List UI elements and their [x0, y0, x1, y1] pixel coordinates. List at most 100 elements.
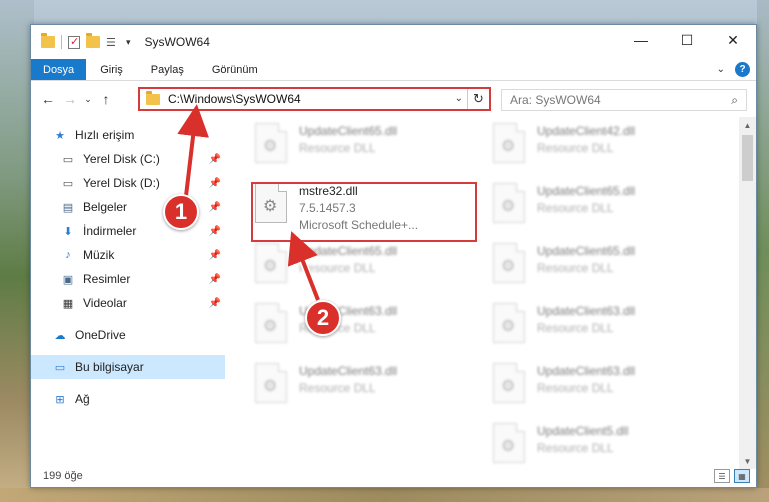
- file-name: UpdateClient65.dll: [299, 124, 398, 138]
- desktop-background: [0, 0, 34, 502]
- nav-item-videos[interactable]: ▦ Videolar 📌: [31, 291, 225, 315]
- pin-icon: 📌: [208, 273, 221, 285]
- search-icon: ⌕: [731, 93, 738, 107]
- file-item[interactable]: ⚙ UpdateClient5.dll Resource DLL: [493, 423, 713, 467]
- pin-icon: 📌: [208, 153, 221, 165]
- file-type: Resource DLL: [537, 261, 614, 275]
- search-input[interactable]: Ara: SysWOW64 ⌕: [501, 89, 747, 111]
- file-type: Resource DLL: [537, 141, 614, 155]
- file-name: UpdateClient65.dll: [537, 244, 636, 258]
- file-item[interactable]: ⚙ UpdateClient65.dll Resource DLL: [255, 243, 475, 299]
- details-view-icon[interactable]: ☰: [714, 469, 730, 483]
- back-button[interactable]: ←: [37, 91, 59, 107]
- pictures-icon: ▣: [62, 273, 74, 286]
- expand-ribbon-icon[interactable]: ⌄: [717, 64, 725, 75]
- pin-icon: 📌: [208, 249, 221, 261]
- ribbon-tabs: Dosya Giriş Paylaş Görünüm ⌄ ?: [31, 59, 756, 81]
- vertical-scrollbar[interactable]: ▲ ▼: [739, 117, 756, 469]
- nav-item-quick-access[interactable]: ★ Hızlı erişim: [31, 123, 225, 147]
- tab-file[interactable]: Dosya: [31, 59, 87, 80]
- file-name: UpdateClient63.dll: [299, 364, 398, 378]
- address-row: ← → ⌄ ↑ C:\Windows\SysWOW64 ⌄ ↻ Ara: Sys…: [31, 81, 756, 117]
- file-item[interactable]: ⚙ UpdateClient63.dll Resource DLL: [255, 363, 475, 419]
- customize-icon[interactable]: ☰: [106, 36, 120, 49]
- minimize-button[interactable]: —: [618, 25, 664, 55]
- desktop-background-right: [757, 0, 769, 502]
- nav-item-local-disk-d[interactable]: ▭ Yerel Disk (D:) 📌: [31, 171, 225, 195]
- desktop-background-bottom: [0, 488, 769, 502]
- drive-icon: ▭: [62, 153, 74, 166]
- status-bar: 199 öğe ☰ ▦: [31, 465, 756, 487]
- nav-item-network[interactable]: ⊞ Ağ: [31, 387, 225, 411]
- file-name: UpdateClient63.dll: [537, 364, 636, 378]
- file-name: UpdateClient65.dll: [299, 244, 398, 258]
- nav-item-local-disk-c[interactable]: ▭ Yerel Disk (C:) 📌: [31, 147, 225, 171]
- nav-item-onedrive[interactable]: ☁ OneDrive: [31, 323, 225, 347]
- folder-icon: [41, 33, 55, 48]
- computer-icon: ▭: [54, 361, 66, 374]
- pin-icon: 📌: [208, 201, 221, 213]
- navigation-pane: ★ Hızlı erişim ▭ Yerel Disk (C:) 📌 ▭ Yer…: [31, 117, 225, 469]
- nav-label: Resimler: [83, 272, 131, 286]
- tab-share[interactable]: Paylaş: [137, 59, 198, 80]
- properties-icon[interactable]: [68, 35, 80, 49]
- file-name: UpdateClient65.dll: [537, 184, 636, 198]
- nav-label: Müzik: [83, 248, 115, 262]
- folder-icon: [146, 90, 160, 105]
- file-type: Resource DLL: [537, 321, 614, 335]
- file-type: Resource DLL: [299, 381, 376, 395]
- pin-icon: 📌: [208, 225, 221, 237]
- maximize-button[interactable]: ☐: [664, 25, 710, 55]
- file-item[interactable]: ⚙ UpdateClient65.dll Resource DLL: [493, 243, 713, 299]
- file-item[interactable]: ⚙ UpdateClient65.dll Resource DLL: [493, 183, 713, 239]
- nav-label: İndirmeler: [83, 224, 137, 238]
- address-bar[interactable]: C:\Windows\SysWOW64 ⌄ ↻: [138, 87, 491, 111]
- forward-button[interactable]: →: [59, 91, 81, 107]
- file-item[interactable]: ⚙ UpdateClient63.dllResource DLL: [493, 303, 713, 359]
- nav-label: Belgeler: [83, 200, 128, 214]
- network-icon: ⊞: [55, 393, 65, 406]
- file-type: Resource DLL: [299, 141, 376, 155]
- tab-view[interactable]: Görünüm: [198, 59, 272, 80]
- nav-item-this-pc[interactable]: ▭ Bu bilgisayar: [31, 355, 225, 379]
- refresh-button[interactable]: ↻: [467, 89, 489, 109]
- tiles-view-icon[interactable]: ▦: [734, 469, 750, 483]
- help-icon[interactable]: ?: [735, 62, 750, 77]
- dll-file-icon: ⚙: [493, 243, 525, 283]
- window-title: SysWOW64: [144, 35, 210, 49]
- address-dropdown-icon[interactable]: ⌄: [455, 93, 463, 104]
- file-item[interactable]: ⚙ UpdateClient63.dllResource DLL: [493, 363, 713, 419]
- drive-icon: ▭: [62, 177, 74, 190]
- nav-label: Videolar: [83, 296, 127, 310]
- close-button[interactable]: ✕: [710, 25, 756, 55]
- file-name: UpdateClient63.dll: [537, 304, 636, 318]
- pin-icon: 📌: [208, 297, 221, 309]
- dll-file-icon: ⚙: [255, 363, 287, 403]
- file-highlight-box: [251, 182, 477, 242]
- file-item[interactable]: ⚙ UpdateClient42.dll Resource DLL: [493, 123, 713, 179]
- view-buttons: ☰ ▦: [714, 469, 750, 483]
- file-item[interactable]: ⚙ UpdateClient63.dllResource DLL: [255, 303, 475, 359]
- nav-item-pictures[interactable]: ▣ Resimler 📌: [31, 267, 225, 291]
- callout-2: 2: [305, 300, 341, 336]
- tab-home[interactable]: Giriş: [86, 59, 137, 80]
- nav-label: Bu bilgisayar: [75, 360, 144, 374]
- new-folder-icon[interactable]: [86, 33, 100, 48]
- scroll-up-icon[interactable]: ▲: [739, 117, 756, 133]
- file-name: UpdateClient42.dll: [537, 124, 636, 138]
- scroll-thumb[interactable]: [742, 135, 753, 181]
- nav-item-downloads[interactable]: ⬇ İndirmeler 📌: [31, 219, 225, 243]
- nav-item-music[interactable]: ♪ Müzik 📌: [31, 243, 225, 267]
- nav-label: Hızlı erişim: [75, 128, 135, 142]
- qat-dropdown-icon[interactable]: ▾: [126, 37, 131, 48]
- recent-locations-icon[interactable]: ⌄: [81, 94, 95, 105]
- file-list: ⚙ UpdateClient65.dll Resource DLL ⚙ mstre…: [227, 117, 741, 467]
- file-type: Resource DLL: [537, 201, 614, 215]
- dll-file-icon: ⚙: [493, 123, 525, 163]
- nav-label: Yerel Disk (C:): [83, 152, 160, 166]
- up-button[interactable]: ↑: [95, 91, 117, 107]
- file-type: Resource DLL: [537, 381, 614, 395]
- file-item[interactable]: ⚙ UpdateClient65.dll Resource DLL: [255, 123, 475, 179]
- dll-file-icon: ⚙: [255, 303, 287, 343]
- nav-label: Yerel Disk (D:): [83, 176, 160, 190]
